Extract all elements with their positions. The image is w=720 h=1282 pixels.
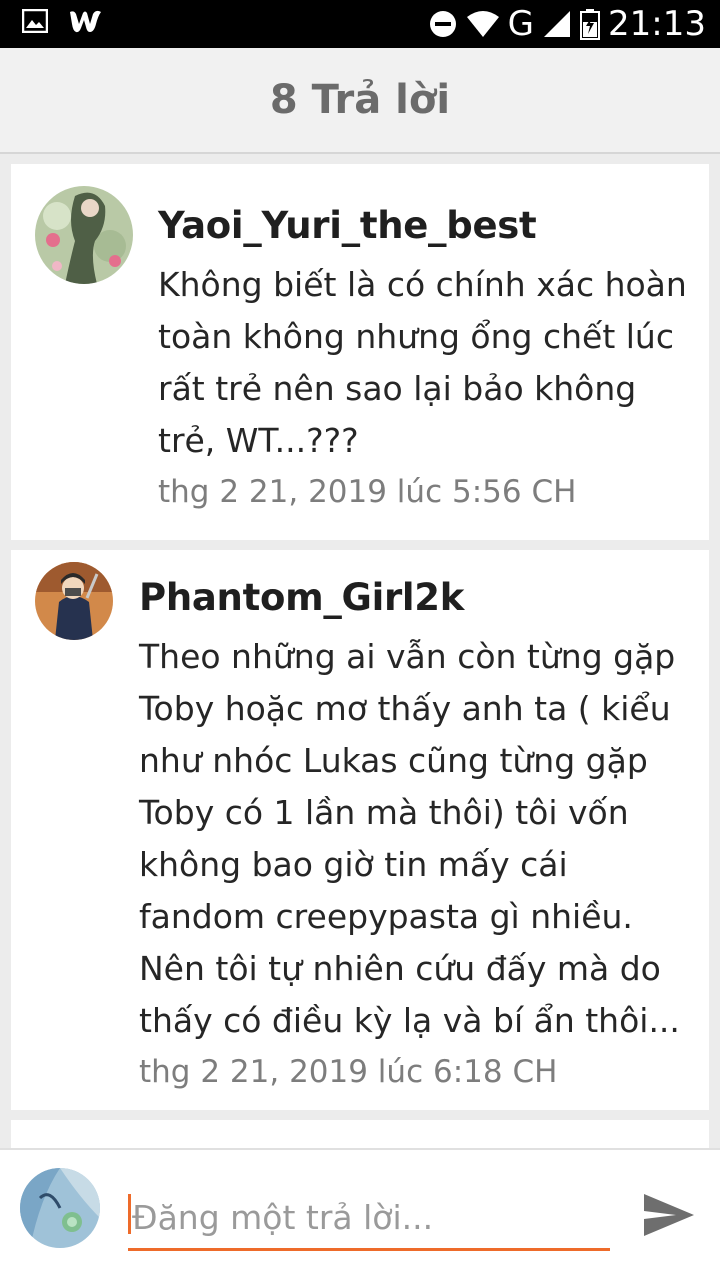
- reply-input-wrapper[interactable]: [128, 1188, 610, 1251]
- comment-card: Phantom_Girl2k Theo những ai vẫn còn từn…: [11, 550, 709, 1120]
- signal-icon: [544, 11, 571, 37]
- wifi-icon: [466, 11, 499, 37]
- reply-composer: [0, 1148, 720, 1282]
- comment-text: Không biết là có chính xác hoàn toàn khô…: [158, 265, 687, 460]
- app-header: 8 Trả lời: [0, 48, 720, 154]
- comment-timestamp: thg 2 21, 2019 lúc 5:56 CH: [158, 474, 577, 510]
- comment-username[interactable]: Phantom_Girl2k: [139, 576, 699, 619]
- send-icon: [644, 1194, 694, 1236]
- comment-list: Yaoi_Yuri_the_best Không biết là có chín…: [11, 164, 709, 1210]
- status-bar: G 21:13: [0, 0, 720, 48]
- reply-input[interactable]: [130, 1188, 604, 1246]
- wattpad-logo-icon: [70, 10, 101, 33]
- avatar: [20, 1168, 100, 1248]
- send-button[interactable]: [640, 1186, 698, 1244]
- battery-icon: [580, 9, 601, 40]
- avatar[interactable]: [35, 562, 113, 640]
- comment-timestamp: thg 2 21, 2019 lúc 6:18 CH: [139, 1054, 558, 1090]
- do-not-disturb-icon: [429, 11, 456, 37]
- avatar[interactable]: [35, 186, 133, 284]
- comment-username[interactable]: Yaoi_Yuri_the_best: [158, 204, 693, 247]
- page-title: 8 Trả lời: [269, 77, 451, 123]
- comment-card: Yaoi_Yuri_the_best Không biết là có chín…: [11, 164, 709, 550]
- image-icon: [22, 9, 48, 33]
- network-type: G: [507, 4, 535, 44]
- clock: 21:13: [608, 4, 706, 44]
- comment-text: Theo những ai vẫn còn từng gặp Toby hoặc…: [139, 637, 680, 1040]
